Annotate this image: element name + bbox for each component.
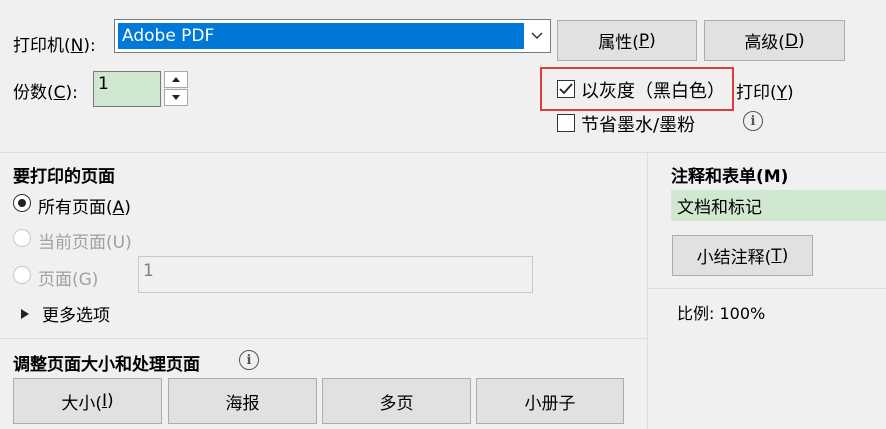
grayscale-label-text: 以灰度（黑白色）: [581, 81, 725, 102]
pages-bottom-divider: [0, 338, 647, 339]
info-icon[interactable]: i: [743, 111, 763, 131]
comments-title-text: 注释和表单(M): [671, 167, 789, 187]
properties-button-close: ): [649, 30, 656, 51]
page-range-value: 1: [143, 261, 154, 281]
advanced-button[interactable]: 高级(D): [704, 20, 845, 61]
grayscale-checkbox[interactable]: [557, 80, 575, 98]
printer-label: 打印机(N):: [13, 31, 96, 56]
properties-button-key: P: [638, 30, 650, 51]
triangle-right-icon: [21, 308, 29, 319]
scale-label: 比例:: [677, 304, 715, 323]
printer-select[interactable]: Adobe PDF: [114, 19, 551, 53]
copies-label-key: C: [53, 83, 66, 103]
page-range-radio[interactable]: [13, 266, 31, 284]
save-ink-label: 节省墨水/墨粉: [581, 111, 695, 137]
printer-label-key: N: [70, 36, 84, 56]
size-button-label: 大小(: [61, 393, 102, 414]
size-button[interactable]: 大小(I): [13, 378, 162, 424]
comments-section-title: 注释和表单(M): [671, 162, 788, 187]
more-options-label: 更多选项: [42, 306, 110, 326]
scale-readout: 比例: 100%: [677, 300, 765, 324]
advanced-button-close: ): [798, 30, 805, 51]
properties-button-label: 属性(: [598, 33, 639, 53]
printer-selected-value: Adobe PDF: [118, 23, 524, 49]
all-pages-label-key: A: [112, 198, 125, 218]
booklet-button[interactable]: 小册子: [476, 378, 624, 424]
grayscale-tail-close: ): [787, 83, 794, 103]
top-divider: [0, 152, 886, 153]
summarize-button-key: T: [771, 245, 782, 266]
sizing-section-title: 调整页面大小和处理页面: [13, 350, 200, 375]
save-ink-checkbox[interactable]: [557, 114, 575, 132]
comments-bottom-divider: [648, 288, 886, 289]
current-page-label: 当前页面(U): [38, 228, 132, 253]
copies-label: 份数(C):: [13, 78, 78, 103]
copies-label-text: 份数(: [13, 83, 54, 103]
all-pages-radio[interactable]: [13, 194, 31, 212]
column-divider: [647, 152, 648, 429]
copies-input[interactable]: 1: [93, 71, 161, 107]
all-pages-label-text: 所有页面(: [38, 198, 113, 218]
pages-section-title: 要打印的页面: [13, 162, 115, 187]
scale-value: 100%: [719, 304, 766, 323]
pages-title-text: 要打印的页面: [13, 167, 115, 187]
multiple-button-label: 多页: [379, 393, 414, 414]
printer-label-end: ):: [83, 36, 96, 56]
all-pages-label: 所有页面(A): [38, 193, 131, 218]
current-page-label-text: 当前页面(U): [38, 233, 132, 253]
comments-select[interactable]: 文档和标记: [671, 190, 886, 221]
stepper-up-button[interactable]: [164, 71, 188, 88]
size-button-close: ): [107, 391, 114, 411]
properties-button[interactable]: 属性(P): [557, 20, 697, 61]
page-range-label-text: 页面(G): [38, 270, 99, 290]
printer-label-text: 打印机(: [13, 36, 71, 56]
current-page-radio[interactable]: [13, 229, 31, 247]
copies-stepper: [164, 71, 188, 107]
grayscale-label: 以灰度（黑白色）: [581, 77, 725, 103]
grayscale-label-tail: 打印(Y): [736, 78, 794, 103]
comments-selected-text: 文档和标记: [677, 198, 762, 218]
sizing-title-text: 调整页面大小和处理页面: [13, 355, 200, 375]
advanced-button-label: 高级(: [744, 33, 785, 53]
multiple-button[interactable]: 多页: [322, 378, 471, 424]
checkmark-icon: [559, 83, 573, 95]
advanced-button-key: D: [784, 30, 799, 51]
sizing-info-icon[interactable]: i: [239, 350, 259, 370]
poster-button-label: 海报: [225, 393, 260, 414]
booklet-button-label: 小册子: [524, 393, 576, 414]
chevron-down-icon[interactable]: [530, 28, 544, 42]
more-options-toggle[interactable]: 更多选项: [20, 301, 110, 326]
all-pages-label-close: ): [124, 198, 131, 218]
page-range-input[interactable]: 1: [138, 256, 533, 293]
copies-value: 1: [98, 74, 109, 94]
summarize-button-close: ): [781, 245, 789, 266]
summarize-button-label: 小结注释(: [696, 248, 772, 268]
poster-button[interactable]: 海报: [168, 378, 317, 424]
save-ink-label-text: 节省墨水/墨粉: [581, 115, 696, 136]
page-range-label: 页面(G): [38, 265, 98, 290]
summarize-comments-button[interactable]: 小结注释(T): [672, 235, 813, 276]
copies-label-end: ):: [65, 83, 78, 103]
grayscale-tail-key: Y: [776, 83, 788, 103]
grayscale-tail-text: 打印(: [736, 83, 777, 103]
printer-selected-text: Adobe PDF: [122, 26, 215, 46]
stepper-down-button[interactable]: [164, 89, 188, 106]
